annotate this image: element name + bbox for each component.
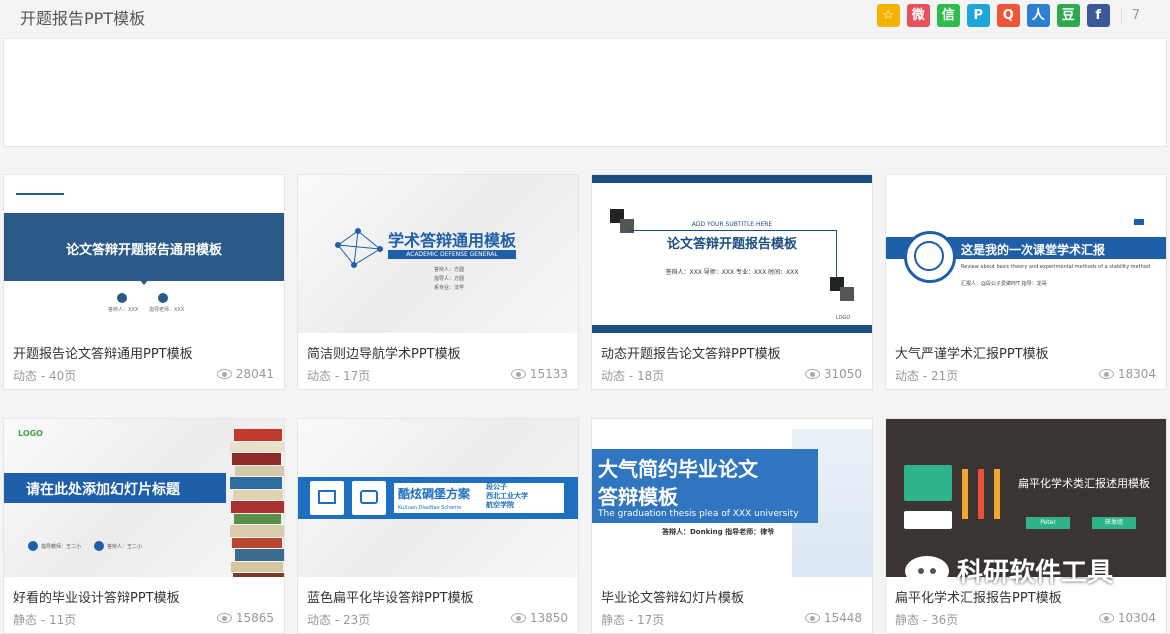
thumb-heading: 请在此处添加幻灯片标题: [26, 482, 180, 498]
user-icon: [117, 293, 127, 303]
favorite-icon[interactable]: ☆: [876, 4, 900, 27]
card-title[interactable]: 大气严谨学术汇报PPT模板: [895, 343, 1049, 362]
thumb-heading: 大气简约毕业论文: [598, 457, 758, 481]
book-stack-image: [230, 429, 284, 577]
template-thumbnail[interactable]: ADD YOUR SUBTITLE HERE 论文答辩开题报告模板 答辩人：XX…: [592, 175, 872, 333]
template-card[interactable]: 这是我的一次课堂学术汇报 Review about basic theory a…: [885, 174, 1167, 390]
thumb-heading: 酷炫碉堡方案: [398, 487, 471, 501]
thumb-heading: 论文答辩开题报告通用模板: [65, 243, 222, 258]
eye-icon: [804, 369, 820, 379]
card-title[interactable]: 好看的毕业设计答辩PPT模板: [13, 587, 180, 606]
wechat-icon[interactable]: 信: [936, 4, 960, 27]
view-count: 31050: [804, 367, 862, 381]
pencil-icon: [962, 469, 968, 519]
template-card[interactable]: ADD YOUR SUBTITLE HERE 论文答辩开题报告模板 答辩人：XX…: [591, 174, 873, 390]
template-card[interactable]: LOGO 请在此处添加幻灯片标题 指导教师：王二小 答辩人：王二小 好看的毕业设…: [3, 418, 285, 634]
calendar-icon: [904, 465, 952, 501]
thumb-heading: 论文答辩开题报告模板: [666, 237, 797, 252]
template-card[interactable]: 酷炫碉堡方案 KuXuan DiaoBao Scheme 段公子 西北工业大学 …: [297, 418, 579, 634]
template-card[interactable]: 大气简约毕业论文 答辩模板 The graduation thesis plea…: [591, 418, 873, 634]
card-meta: 动态 - 40页: [13, 369, 77, 383]
eye-icon: [510, 369, 526, 379]
card-meta: 静态 - 17页: [601, 613, 665, 627]
card-meta: 静态 - 36页: [895, 613, 959, 627]
card-meta: 动态 - 18页: [601, 369, 665, 383]
top-bar: 开题报告PPT模板 ☆ 微 信 P Q 人 豆 f 7: [0, 0, 1170, 34]
template-thumbnail[interactable]: 酷炫碉堡方案 KuXuan DiaoBao Scheme 段公子 西北工业大学 …: [298, 419, 578, 577]
template-card[interactable]: 扁平化学术类汇报述用模板 Peter 研发组 扁平化学术汇报报告PPT模板 静态…: [885, 418, 1167, 634]
card-meta: 动态 - 17页: [307, 369, 371, 383]
user-icon: [28, 541, 38, 551]
card-title[interactable]: 简洁则边导航学术PPT模板: [307, 343, 461, 362]
template-thumbnail[interactable]: 这是我的一次课堂学术汇报 Review about basic theory a…: [886, 175, 1166, 333]
card-title[interactable]: 蓝色扁平化毕设答辩PPT模板: [307, 587, 474, 606]
weibo-icon[interactable]: 微: [906, 4, 930, 27]
template-thumbnail[interactable]: 学术答辩通用模板 ACADEMIC DEFENSE GENERAL 答辩人：方圆…: [298, 175, 578, 333]
document-icon: [352, 481, 386, 515]
template-card[interactable]: 论文答辩开题报告通用模板 答辩人：XXX 指导老师：XXX 开题报告论文答辩通用…: [3, 174, 285, 390]
view-count: 28041: [216, 367, 274, 381]
card-meta: 动态 - 23页: [307, 613, 371, 627]
user-icon: [94, 541, 104, 551]
card-meta: 动态 - 21页: [895, 369, 959, 383]
template-thumbnail[interactable]: 论文答辩开题报告通用模板 答辩人：XXX 指导老师：XXX: [4, 175, 284, 333]
presentation-icon: [310, 481, 344, 515]
eye-icon: [1098, 613, 1114, 623]
network-icon: [335, 228, 383, 268]
eye-icon: [216, 613, 232, 623]
eye-icon: [1098, 369, 1114, 379]
page-title: 开题报告PPT模板: [20, 9, 146, 28]
eye-icon: [216, 369, 232, 379]
divider: [1120, 7, 1122, 24]
view-count: 18304: [1098, 367, 1156, 381]
template-thumbnail[interactable]: 大气简约毕业论文 答辩模板 The graduation thesis plea…: [592, 419, 872, 577]
share-count: 7: [1131, 8, 1140, 23]
eye-icon: [804, 613, 820, 623]
watermark: 科研软件工具: [905, 552, 1113, 589]
template-thumbnail[interactable]: LOGO 请在此处添加幻灯片标题 指导教师：王二小 答辩人：王二小: [4, 419, 284, 577]
qzone-icon[interactable]: P: [966, 4, 990, 27]
facebook-icon[interactable]: f: [1086, 4, 1110, 27]
thumb-heading: 扁平化学术类汇报述用模板: [1018, 477, 1150, 490]
card-title[interactable]: 毕业论文答辩幻灯片模板: [601, 587, 744, 606]
ruler-icon: [994, 469, 1000, 519]
id-card-icon: [904, 511, 952, 529]
eye-icon: [510, 613, 526, 623]
ad-banner: [3, 38, 1167, 147]
card-title[interactable]: 动态开题报告论文答辩PPT模板: [601, 343, 781, 362]
view-count: 15133: [510, 367, 568, 381]
qq-icon[interactable]: Q: [996, 4, 1020, 27]
card-meta: 静态 - 11页: [13, 613, 77, 627]
renren-icon[interactable]: 人: [1026, 4, 1050, 27]
user-icon: [158, 293, 168, 303]
wechat-logo-icon: [905, 555, 949, 586]
douban-icon[interactable]: 豆: [1056, 4, 1080, 27]
thumb-heading: 这是我的一次课堂学术汇报: [961, 243, 1106, 257]
template-card[interactable]: 学术答辩通用模板 ACADEMIC DEFENSE GENERAL 答辩人：方圆…: [297, 174, 579, 390]
share-bar: ☆ 微 信 P Q 人 豆 f 7: [876, 4, 1170, 27]
thumb-heading: 学术答辩通用模板: [388, 231, 517, 250]
card-title[interactable]: 扁平化学术汇报报告PPT模板: [895, 587, 1062, 606]
watermark-text: 科研软件工具: [957, 558, 1114, 588]
pen-icon: [978, 469, 984, 519]
card-title[interactable]: 开题报告论文答辩通用PPT模板: [13, 343, 193, 362]
university-logo: [16, 193, 64, 203]
